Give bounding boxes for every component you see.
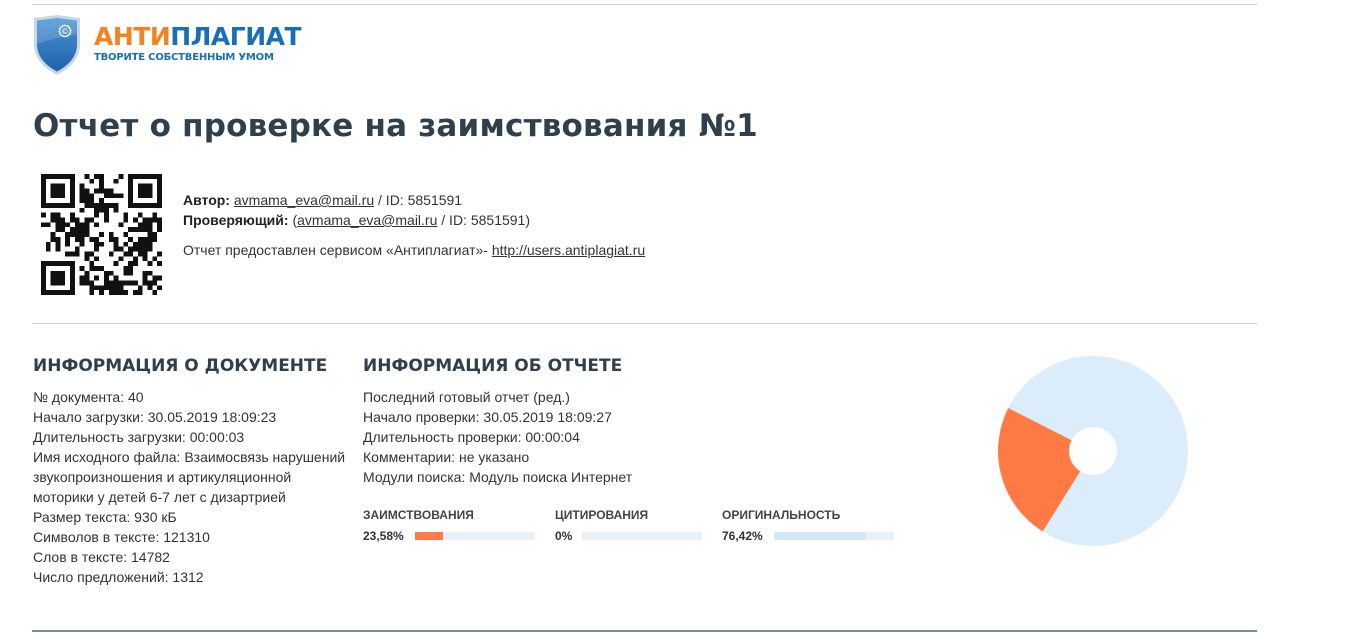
stat-borrowed: ЗАИМСТВОВАНИЯ 23,58% [363, 507, 535, 543]
author-line: Автор: avmama_eva@mail.ru / ID: 5851591 [183, 190, 645, 210]
doc-info-line: № документа: 40 [33, 389, 144, 405]
report-info-line: Длительность проверки: 00:00:04 [363, 429, 580, 445]
report-info-list: Последний готовый отчет (ред.) Начало пр… [363, 387, 683, 487]
donut-hole [1069, 427, 1117, 475]
report-info-title: ИНФОРМАЦИЯ ОБ ОТЧЕТЕ [363, 356, 623, 376]
doc-info-line: Число предложений: 1312 [33, 569, 204, 585]
doc-info-title: ИНФОРМАЦИЯ О ДОКУМЕНТЕ [33, 356, 328, 376]
doc-info-list: № документа: 40 Начало загрузки: 30.05.2… [33, 387, 353, 587]
doc-info-line: Имя исходного файла: Взаимосвязь нарушен… [33, 449, 346, 505]
report-info-line: Модули поиска: Модуль поиска Интернет [363, 469, 633, 485]
stat-original-bar [774, 532, 894, 540]
qr-code [41, 174, 162, 295]
stat-cited-label: ЦИТИРОВАНИЯ [555, 508, 649, 522]
author-id: / ID: 5851591 [374, 192, 463, 208]
provided-line: Отчет предоставлен сервисом «Антиплагиат… [183, 240, 645, 260]
antiplagiat-logo[interactable]: © АНТИПЛАГИАТ ТВОРИТЕ СОБСТВЕННЫМ УМОМ [32, 14, 302, 76]
service-link[interactable]: http://users.antiplagiat.ru [492, 242, 645, 258]
stat-borrowed-value: 23,58% [363, 529, 404, 543]
report-info-line: Начало проверки: 30.05.2019 18:09:27 [363, 409, 612, 425]
doc-info-line: Символов в тексте: 121310 [33, 529, 210, 545]
logo-name-part1: АНТИ [94, 22, 171, 51]
provided-text: Отчет предоставлен сервисом «Антиплагиат… [183, 242, 492, 258]
page-title: Отчет о проверке на заимствования №1 [33, 108, 758, 144]
stat-cited-value: 0% [555, 529, 573, 543]
stat-borrowed-bar [415, 532, 535, 540]
checker-id: / ID: 5851591) [437, 212, 531, 228]
report-meta: Автор: avmama_eva@mail.ru / ID: 5851591 … [183, 190, 645, 260]
top-divider [32, 4, 1257, 5]
checker-label: Проверяющий: [183, 212, 289, 228]
stat-borrowed-label: ЗАИМСТВОВАНИЯ [363, 508, 474, 522]
report-info-line: Последний готовый отчет (ред.) [363, 389, 570, 405]
checker-line: Проверяющий: (avmama_eva@mail.ru / ID: 5… [183, 210, 645, 230]
doc-info-line: Размер текста: 930 кБ [33, 509, 177, 525]
logo-name-part2: ПЛАГИАТ [170, 22, 302, 51]
stat-original-label: ОРИГИНАЛЬНОСТЬ [722, 508, 841, 522]
checker-paren: ( [288, 212, 298, 228]
stat-cited-bar [582, 532, 702, 540]
report-info-line: Комментарии: не указано [363, 449, 530, 465]
stat-cited: ЦИТИРОВАНИЯ 0% [555, 507, 702, 543]
doc-info-line: Начало загрузки: 30.05.2019 18:09:23 [33, 409, 277, 425]
stat-borrowed-fill [415, 532, 444, 540]
shield-icon: © [34, 15, 80, 75]
stat-original-value: 76,42% [722, 529, 763, 543]
stat-original: ОРИГИНАЛЬНОСТЬ 76,42% [722, 507, 894, 543]
shield-mark: © [61, 27, 69, 36]
doc-info-line: Слов в тексте: 14782 [33, 549, 170, 565]
checker-email-link[interactable]: avmama_eva@mail.ru [297, 212, 437, 228]
logo-name: АНТИПЛАГИАТ [94, 22, 302, 51]
logo-slogan: ТВОРИТЕ СОБСТВЕННЫМ УМОМ [94, 52, 274, 63]
section-divider [32, 323, 1257, 324]
author-label: Автор: [183, 192, 230, 208]
doc-info-line: Длительность загрузки: 00:00:03 [33, 429, 245, 445]
author-email-link[interactable]: avmama_eva@mail.ru [234, 192, 374, 208]
originality-donut-chart [998, 356, 1188, 546]
stat-original-fill [774, 532, 866, 540]
